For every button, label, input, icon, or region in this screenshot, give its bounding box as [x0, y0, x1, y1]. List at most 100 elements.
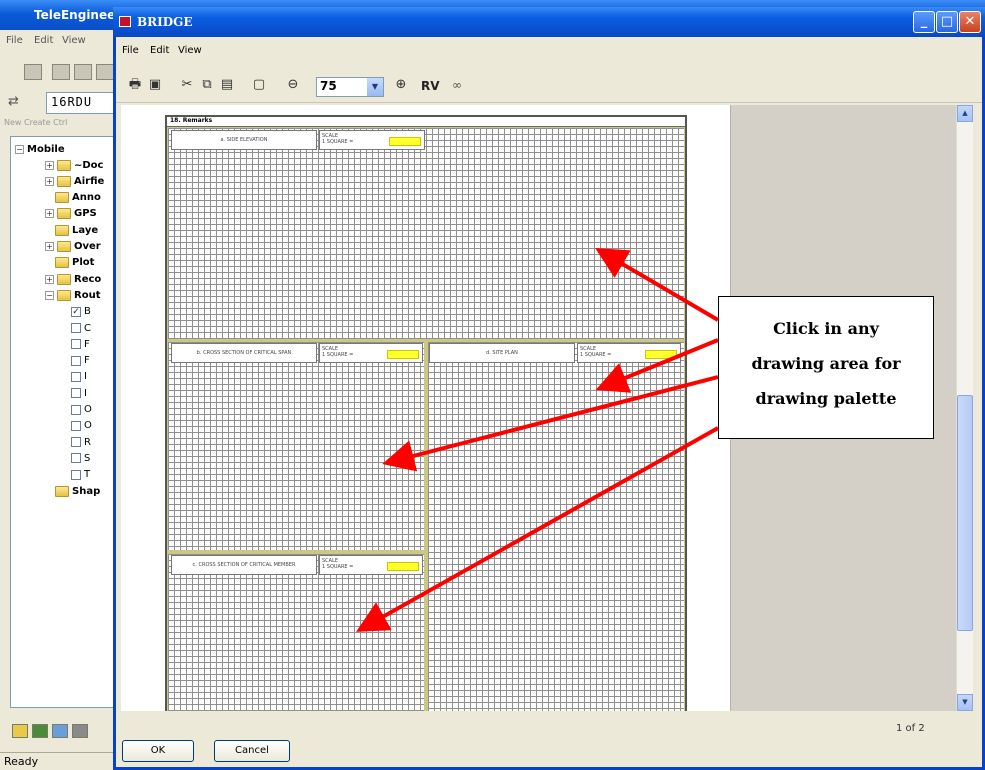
ok-button[interactable]: OK: [122, 740, 194, 762]
list-tab-icon[interactable]: [52, 724, 68, 738]
bg-menu-file[interactable]: File: [6, 35, 23, 46]
tree-item[interactable]: + Airfie: [45, 173, 104, 189]
callout-line-1: Click in any: [773, 319, 879, 338]
checkbox[interactable]: [71, 404, 81, 415]
locate-icon[interactable]: ⇄: [8, 94, 19, 109]
checkbox[interactable]: ✓: [71, 306, 81, 317]
tree-item[interactable]: + Reco: [45, 271, 101, 287]
callout-line-2: drawing area for: [751, 354, 901, 373]
bridge-form: 18. Remarks a. SIDE ELEVATION SCALE 1 SQ…: [165, 115, 687, 711]
tree-item[interactable]: Laye: [55, 222, 98, 238]
ident-field[interactable]: 16RDU: [46, 92, 114, 114]
tools-tab-icon[interactable]: [72, 724, 88, 738]
menu-file[interactable]: File: [122, 45, 139, 56]
tree-item-label: C: [84, 322, 91, 334]
site-plan-drawing-area[interactable]: [427, 341, 685, 711]
tree-item[interactable]: + GPS: [45, 206, 97, 222]
folder-tab-icon[interactable]: [12, 724, 28, 738]
tree-item[interactable]: F: [71, 353, 90, 369]
tree-item[interactable]: I: [71, 369, 87, 385]
tree-item[interactable]: F: [71, 336, 90, 352]
save-icon[interactable]: ▣: [146, 77, 164, 93]
tree-item[interactable]: O: [71, 402, 92, 418]
menu-view[interactable]: View: [178, 45, 202, 56]
link-icon[interactable]: ∞: [452, 78, 462, 92]
collapse-icon[interactable]: −: [45, 290, 54, 300]
side-elevation-drawing-area[interactable]: [167, 127, 685, 340]
print-icon[interactable]: [96, 64, 114, 80]
expand-icon[interactable]: +: [45, 176, 54, 186]
cross-section-member-drawing-area[interactable]: [167, 553, 425, 711]
tree-item[interactable]: C: [71, 320, 91, 336]
scroll-thumb[interactable]: [957, 395, 973, 631]
tree-item[interactable]: Shap: [55, 483, 100, 499]
minimize-button[interactable]: _: [913, 11, 935, 33]
zoom-select[interactable]: 75 ▼: [316, 77, 384, 97]
checkbox[interactable]: [71, 437, 81, 448]
open-icon[interactable]: [52, 64, 70, 80]
scroll-down-icon[interactable]: ▼: [957, 694, 973, 711]
callout-line-3: drawing palette: [755, 389, 897, 408]
form-page: 18. Remarks a. SIDE ELEVATION SCALE 1 SQ…: [121, 105, 731, 711]
tree-item[interactable]: S: [71, 450, 90, 466]
side-elevation-scale-text: SCALE 1 SQUARE =: [322, 133, 354, 145]
cross-section-span-drawing-area[interactable]: [167, 341, 425, 551]
layers-tab-icon[interactable]: [32, 724, 48, 738]
tree-header: New Create Ctrl: [4, 118, 68, 127]
new-page-icon[interactable]: ▢: [250, 77, 268, 93]
tree-item[interactable]: O: [71, 418, 92, 434]
collapse-icon[interactable]: −: [15, 144, 24, 154]
bg-menu-view[interactable]: View: [62, 35, 86, 46]
tree-item[interactable]: Anno: [55, 190, 101, 206]
checkbox[interactable]: [71, 469, 81, 480]
save-icon[interactable]: [74, 64, 92, 80]
checkbox[interactable]: [71, 323, 81, 333]
paste-icon[interactable]: ▤: [218, 77, 236, 93]
tree-item[interactable]: ✓ B: [71, 304, 91, 320]
tree-item[interactable]: I: [71, 385, 87, 401]
expand-icon[interactable]: +: [45, 242, 54, 251]
tree-item-label: B: [84, 306, 91, 318]
rv-button[interactable]: RV: [421, 79, 440, 93]
close-button[interactable]: ✕: [959, 11, 981, 33]
tree-item[interactable]: + Over: [45, 239, 101, 255]
menu-edit[interactable]: Edit: [150, 45, 169, 56]
scroll-up-icon[interactable]: ▲: [957, 105, 973, 122]
bg-menu-edit[interactable]: Edit: [34, 35, 53, 46]
print-icon[interactable]: 🖶: [126, 77, 144, 93]
copy-icon[interactable]: ⧉: [198, 77, 216, 93]
vertical-scrollbar[interactable]: ▲ ▼: [956, 105, 973, 711]
site-plan-scale-field[interactable]: [645, 350, 677, 359]
folder-icon: [57, 241, 71, 252]
checkbox[interactable]: [71, 371, 81, 382]
checkbox[interactable]: [71, 453, 81, 464]
cross-section-member-scale-field[interactable]: [387, 562, 419, 571]
expand-icon[interactable]: +: [45, 274, 54, 284]
cancel-button[interactable]: Cancel: [214, 740, 290, 762]
zoom-out-icon[interactable]: ⊖: [284, 77, 302, 93]
tree-item[interactable]: R: [71, 434, 91, 450]
tree-root[interactable]: − Mobile: [15, 141, 65, 157]
tree-item-label: Reco: [74, 273, 102, 285]
checkbox[interactable]: [71, 420, 81, 431]
checkbox[interactable]: [71, 339, 81, 350]
layer-tree[interactable]: − Mobile + ~Doc + Airfie Anno + GPS Laye + Over Pl…: [10, 136, 115, 708]
maximize-button[interactable]: □: [936, 11, 958, 33]
expand-icon[interactable]: +: [45, 160, 54, 170]
tree-item[interactable]: Plot: [55, 255, 94, 271]
cut-icon[interactable]: ✂: [178, 77, 196, 93]
instruction-callout: Click in any drawing area for drawing pa…: [718, 296, 934, 439]
checkbox[interactable]: [71, 388, 81, 399]
tree-item[interactable]: + ~Doc: [45, 157, 103, 173]
chevron-down-icon[interactable]: ▼: [367, 78, 383, 96]
tree-item[interactable]: − Rout: [45, 287, 100, 303]
side-elevation-scale-field[interactable]: [389, 137, 421, 146]
new-icon[interactable]: [24, 64, 42, 80]
checkbox[interactable]: [71, 355, 81, 366]
expand-icon[interactable]: +: [45, 209, 54, 219]
panel-tabs: [10, 720, 115, 744]
zoom-in-icon[interactable]: ⊕: [392, 77, 410, 93]
tree-item[interactable]: T: [71, 467, 90, 483]
cross-section-span-scale-field[interactable]: [387, 350, 419, 359]
cross-section-span-scale: SCALE 1 SQUARE =: [319, 343, 423, 363]
